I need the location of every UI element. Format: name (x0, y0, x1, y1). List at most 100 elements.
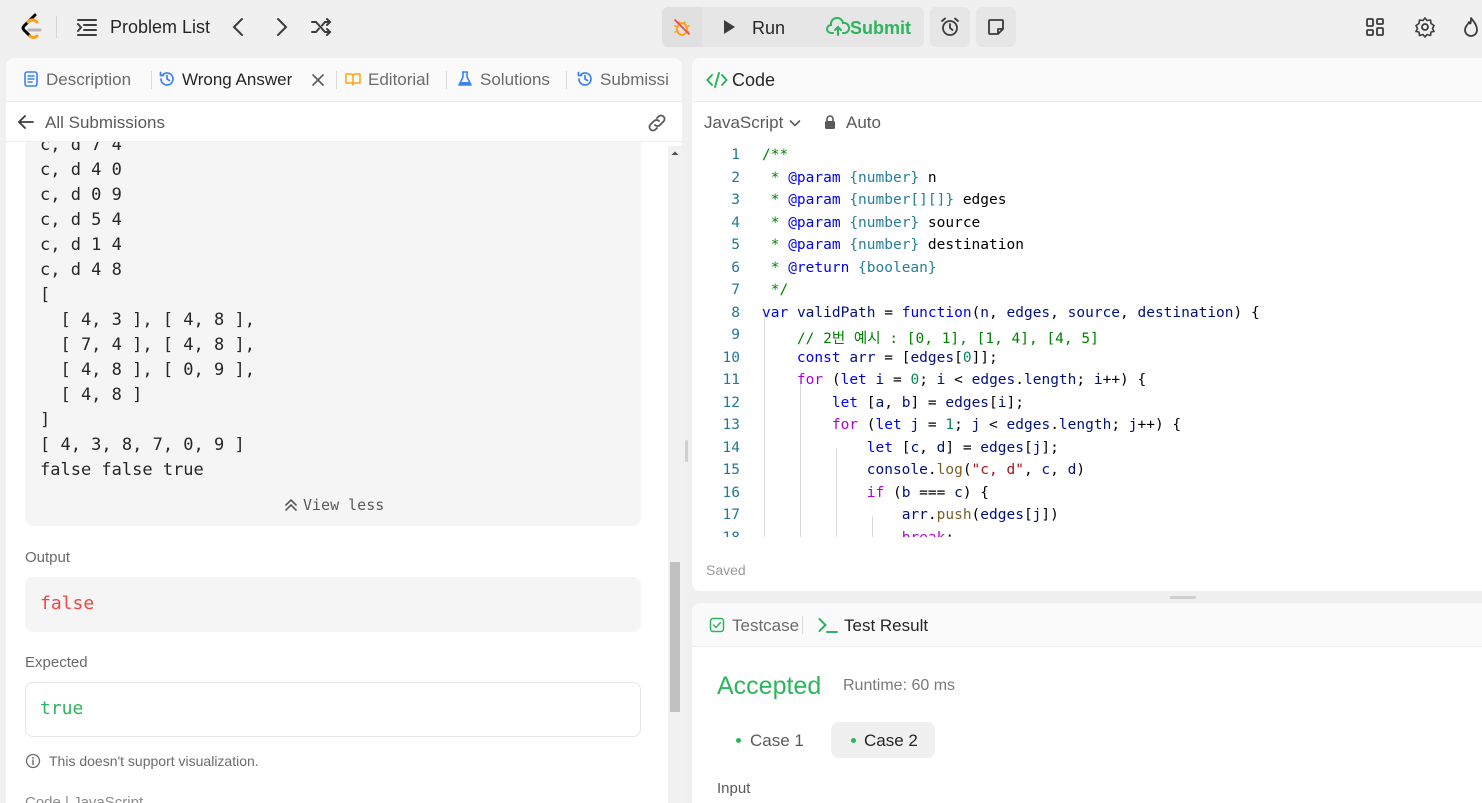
tab-divider (566, 71, 567, 89)
language-select[interactable]: JavaScript (704, 113, 783, 133)
scrollbar-thumb[interactable] (670, 562, 680, 712)
tab-divider (151, 71, 152, 89)
chevron-down-icon[interactable] (788, 116, 802, 130)
code-line-12: let [a, b] = edges[i]; (831, 395, 1024, 411)
stdout-line: c, d 4 8 (40, 260, 122, 280)
document-icon (24, 71, 38, 87)
terminal-icon (818, 618, 838, 633)
checkbox-icon (709, 617, 725, 633)
tab-label: Description (46, 70, 132, 89)
code-title: Code (732, 70, 776, 90)
line-number: 13 (722, 417, 740, 433)
tab-label: Submissi (600, 70, 669, 89)
all-submissions-link[interactable]: All Submissions (45, 113, 165, 133)
line-number: 4 (731, 215, 740, 231)
code-line-5: * @param {number} destination (762, 237, 1024, 253)
left-tab-bar: Description Wrong Answer Editorial Solut… (6, 58, 682, 102)
stdout-line: c, d 1 4 (40, 235, 122, 255)
shuffle-icon[interactable] (310, 16, 332, 38)
scroll-up-arrow-icon[interactable] (668, 146, 682, 160)
line-number: 12 (722, 395, 740, 411)
code-line-2: * @param {number} n (762, 170, 937, 186)
chevron-right-icon[interactable] (270, 16, 292, 38)
stdout-line: [ 4, 3, 8, 7, 0, 9 ] (40, 435, 245, 455)
notes-button[interactable] (976, 7, 1016, 47)
tab-divider (446, 71, 447, 89)
stdout-line: [ 4, 8 ], [ 0, 9 ], (40, 360, 255, 380)
stdout-line: [ 4, 3 ], [ 4, 8 ], (40, 310, 255, 330)
visualization-note-text: This doesn't support visualization. (49, 753, 259, 769)
cloud-upload-icon (826, 17, 850, 36)
tab-submissions[interactable]: Submissi (576, 58, 672, 102)
info-icon (25, 753, 41, 769)
result-tab-bar: Testcase Test Result (692, 603, 1482, 647)
arrow-left-icon[interactable] (16, 112, 36, 132)
output-value: false (40, 593, 95, 614)
code-line-17: arr.push(edges[j]) (901, 507, 1059, 523)
stdout-line: [ 7, 4 ], [ 4, 8 ], (40, 335, 255, 355)
code-line-7: */ (762, 282, 789, 298)
testcase-label: Testcase (732, 616, 800, 635)
code-line-18: break; (762, 530, 954, 537)
code-editor[interactable]: 1 2 3 4 5 6 7 8 9 10 11 12 13 14 15 16 1… (692, 142, 1482, 537)
close-icon[interactable] (311, 73, 325, 87)
code-line-14: let [c, d] = edges[j]; (866, 440, 1059, 456)
double-chevron-up-icon (285, 498, 297, 511)
auto-mode-toggle[interactable]: Auto (846, 113, 881, 133)
horizontal-resize-handle[interactable] (1170, 596, 1196, 599)
case-label: Case 1 (750, 731, 804, 750)
list-icon[interactable] (76, 16, 98, 38)
run-label[interactable]: Run (752, 18, 785, 39)
code-line-11: for (let i = 0; i < edges.length; i++) { (796, 372, 1147, 388)
line-number: 14 (722, 440, 740, 456)
line-number: 8 (731, 305, 740, 321)
code-line-15: console.log("c, d", c, d) (866, 462, 1086, 478)
view-less-label: View less (303, 496, 385, 514)
pass-dot (851, 738, 856, 743)
expected-label: Expected (25, 654, 88, 671)
history-icon (159, 71, 174, 86)
stdout-box: c, d 7 4 c, d 4 0 c, d 0 9 c, d 5 4 c, d… (25, 142, 641, 526)
input-label: Input (717, 780, 751, 797)
stdout-line: c, d 0 9 (40, 185, 122, 205)
case-1-button[interactable]: Case 1 (720, 722, 820, 758)
fire-icon[interactable] (1460, 16, 1482, 38)
chevron-left-icon[interactable] (228, 16, 250, 38)
case-label: Case 2 (864, 731, 918, 750)
code-line-6: * @return {boolean} (762, 260, 937, 276)
expected-box: true (25, 682, 641, 737)
stdout-line: [ (40, 285, 51, 305)
code-language-row: Code | JavaScript (25, 794, 144, 803)
layout-icon[interactable] (1364, 16, 1386, 38)
line-number: 3 (731, 192, 740, 208)
run-submit-group: Run Submit (662, 7, 924, 47)
flask-icon (458, 71, 472, 86)
problem-list-link[interactable]: Problem List (110, 17, 210, 38)
line-number: 2 (731, 170, 740, 186)
note-icon (988, 19, 1004, 35)
saved-status: Saved (706, 562, 746, 578)
book-icon (345, 73, 361, 86)
output-box: false (25, 577, 641, 632)
case-2-button[interactable]: Case 2 (831, 722, 935, 758)
gear-icon[interactable] (1414, 16, 1436, 38)
submission-detail-scroll[interactable]: c, d 7 4 c, d 4 0 c, d 0 9 c, d 5 4 c, d… (6, 142, 682, 803)
tab-divider (802, 616, 803, 634)
line-number: 9 (731, 327, 740, 343)
output-label: Output (25, 549, 71, 566)
left-panel: Description Wrong Answer Editorial Solut… (6, 58, 682, 803)
code-line-1: /** (762, 147, 789, 163)
line-number: 17 (722, 507, 740, 523)
line-number: 1 (731, 147, 740, 163)
line-number: 11 (722, 372, 740, 388)
debug-button[interactable] (662, 7, 702, 47)
timer-button[interactable] (930, 7, 970, 47)
topbar-divider (56, 16, 57, 38)
link-icon[interactable] (646, 112, 668, 134)
leetcode-logo-icon[interactable] (18, 12, 46, 42)
stdout-line: false false true (40, 460, 204, 480)
code-panel: Code JavaScript Auto 1 2 3 4 5 6 7 8 9 1… (692, 58, 1482, 591)
submit-label[interactable]: Submit (850, 18, 911, 39)
code-line-3: * @param {number[][]} edges (762, 192, 1007, 208)
vertical-resize-handle[interactable] (685, 440, 688, 462)
